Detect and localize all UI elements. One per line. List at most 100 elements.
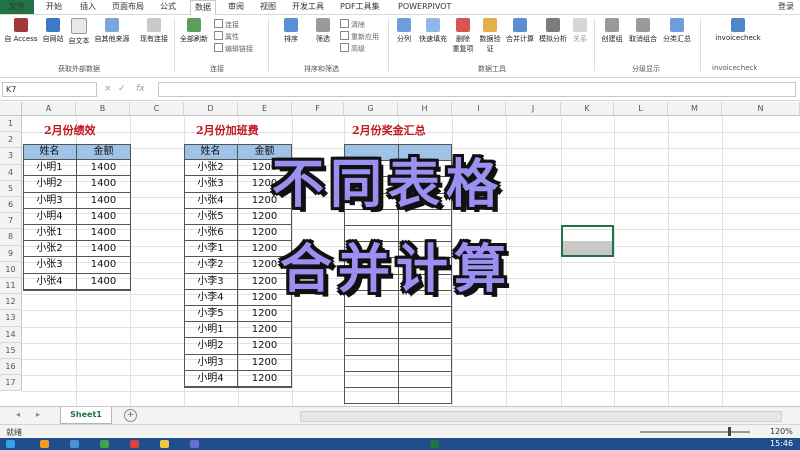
table-cell-name[interactable]: 小张2 xyxy=(23,241,77,258)
tab-pdf-tools[interactable]: PDF工具集 xyxy=(340,0,380,14)
properties-button[interactable]: 属性 xyxy=(214,31,239,42)
row-header[interactable]: 2 xyxy=(0,132,22,149)
row-header[interactable]: 6 xyxy=(0,197,22,214)
excel-taskbar-icon[interactable] xyxy=(430,440,439,448)
from-other-sources-button[interactable]: 自其他来源 xyxy=(92,18,132,44)
row-header[interactable]: 14 xyxy=(0,326,22,343)
table-cell-amount[interactable]: 1400 xyxy=(77,273,131,290)
column-header[interactable]: B xyxy=(76,102,130,116)
add-sheet-icon[interactable]: + xyxy=(124,409,137,422)
table-cell-name[interactable]: 小明4 xyxy=(184,370,238,387)
table-cell-name[interactable]: 小张2 xyxy=(184,160,238,177)
table-header-cell[interactable]: 姓名 xyxy=(23,144,77,161)
column-header[interactable]: I xyxy=(452,102,506,116)
table-cell-name[interactable]: 小李1 xyxy=(184,241,238,258)
row-header[interactable]: 3 xyxy=(0,148,22,165)
refresh-all-button[interactable]: 全部刷新 xyxy=(176,18,212,44)
table-cell-name[interactable]: 小张4 xyxy=(184,192,238,209)
table-cell-name[interactable]: 小李3 xyxy=(184,273,238,290)
select-all-corner[interactable] xyxy=(0,102,22,116)
reapply-button[interactable]: 重新应用 xyxy=(340,31,379,42)
worksheet-grid[interactable]: ABCDEFGHIJKLMN 1 2 3 4 5 6 7 8 9 10 11 12 13 14 15 16 17… xyxy=(0,102,800,406)
invoicecheck-button[interactable]: invoicecheck xyxy=(710,18,766,42)
subtotal-button[interactable]: 分类汇总 xyxy=(660,18,694,44)
app-icon[interactable] xyxy=(130,440,139,448)
tab-view[interactable]: 视图 xyxy=(260,0,276,14)
tab-file[interactable]: 文件 xyxy=(0,0,34,14)
table-cell-name[interactable]: 小明3 xyxy=(184,354,238,371)
app-icon[interactable] xyxy=(160,440,169,448)
start-icon[interactable] xyxy=(6,440,15,448)
table-cell-name[interactable]: 小明2 xyxy=(23,176,77,193)
table-cell-amount[interactable]: 1400 xyxy=(77,176,131,193)
row-header[interactable]: 11 xyxy=(0,278,22,295)
table-cell-amount[interactable]: 1400 xyxy=(77,241,131,258)
tab-data[interactable]: 数据 xyxy=(190,0,216,15)
table-cell-amount[interactable]: 1400 xyxy=(77,208,131,225)
app-icon[interactable] xyxy=(100,440,109,448)
column-header[interactable]: H xyxy=(398,102,452,116)
existing-connections-button[interactable]: 现有连接 xyxy=(136,18,172,44)
table-header-cell[interactable]: 金额 xyxy=(77,144,131,161)
column-header[interactable]: K xyxy=(561,102,614,116)
formula-input[interactable] xyxy=(158,82,796,97)
column-header[interactable]: G xyxy=(344,102,398,116)
tab-insert[interactable]: 插入 xyxy=(80,0,96,14)
row-header[interactable]: 17 xyxy=(0,375,22,392)
column-header[interactable]: A xyxy=(22,102,76,116)
row-header[interactable]: 7 xyxy=(0,213,22,230)
filter-button[interactable]: 筛选 xyxy=(310,18,336,44)
table-cell-amount[interactable]: 1200 xyxy=(238,370,292,387)
row-header[interactable]: 4 xyxy=(0,164,22,181)
from-text-button[interactable]: 自文本 xyxy=(66,18,92,46)
table-header-cell[interactable]: 姓名 xyxy=(184,144,238,161)
explorer-icon[interactable] xyxy=(40,440,49,448)
column-header[interactable]: L xyxy=(614,102,668,116)
table-cell-name[interactable]: 小明1 xyxy=(184,322,238,339)
login-link[interactable]: 登录 xyxy=(778,0,794,14)
table-cell-amount[interactable]: 1200 xyxy=(238,322,292,339)
from-access-button[interactable]: 自 Access xyxy=(2,18,40,44)
group-button[interactable]: 创建组 xyxy=(598,18,626,44)
tab-formulas[interactable]: 公式 xyxy=(160,0,176,14)
table-cell-name[interactable]: 小李5 xyxy=(184,306,238,323)
cancel-icon[interactable]: × xyxy=(104,82,112,96)
remove-duplicates-button[interactable]: 删除 重复项 xyxy=(450,18,476,54)
table-cell-amount[interactable]: 1200 xyxy=(238,338,292,355)
row-header[interactable]: 8 xyxy=(0,229,22,246)
advanced-filter-button[interactable]: 高级 xyxy=(340,43,365,54)
ungroup-button[interactable]: 取消组合 xyxy=(626,18,660,44)
row-header[interactable]: 1 xyxy=(0,116,22,133)
name-box[interactable]: K7 xyxy=(2,82,97,97)
tab-developer[interactable]: 开发工具 xyxy=(292,0,324,14)
clear-filter-button[interactable]: 清除 xyxy=(340,19,365,30)
row-header[interactable]: 9 xyxy=(0,245,22,262)
column-header[interactable]: J xyxy=(506,102,561,116)
table-cell-amount[interactable]: 1400 xyxy=(77,257,131,274)
scroll-right-icon[interactable]: ▸ xyxy=(36,410,40,419)
table-cell-name[interactable]: 小张5 xyxy=(184,208,238,225)
row-header[interactable]: 5 xyxy=(0,180,22,197)
zoom-slider[interactable] xyxy=(640,431,750,433)
table-cell-name[interactable]: 小张3 xyxy=(184,176,238,193)
sort-button[interactable]: 排序 xyxy=(278,18,304,44)
data-validation-button[interactable]: 数据验证 xyxy=(476,18,504,54)
scroll-left-icon[interactable]: ◂ xyxy=(16,410,20,419)
table-cell-name[interactable]: 小张4 xyxy=(23,273,77,290)
what-if-button[interactable]: 模拟分析 xyxy=(536,18,570,44)
sheet-tab-sheet1[interactable]: Sheet1 xyxy=(60,407,112,424)
column-header[interactable]: M xyxy=(668,102,722,116)
edit-links-button[interactable]: 编辑链接 xyxy=(214,43,253,54)
tab-page-layout[interactable]: 页面布局 xyxy=(112,0,144,14)
table-cell-name[interactable]: 小张1 xyxy=(23,225,77,242)
horizontal-scrollbar[interactable] xyxy=(300,411,782,422)
table-cell-name[interactable]: 小李2 xyxy=(184,257,238,274)
text-to-columns-button[interactable]: 分列 xyxy=(392,18,416,44)
table-cell-name[interactable]: 小李4 xyxy=(184,289,238,306)
row-header[interactable]: 13 xyxy=(0,310,22,327)
table-cell-amount[interactable]: 1400 xyxy=(77,192,131,209)
table-cell-amount[interactable]: 1200 xyxy=(238,306,292,323)
table-cell-amount[interactable]: 1200 xyxy=(238,354,292,371)
app-icon[interactable] xyxy=(190,440,199,448)
zoom-slider-thumb[interactable] xyxy=(728,427,731,436)
